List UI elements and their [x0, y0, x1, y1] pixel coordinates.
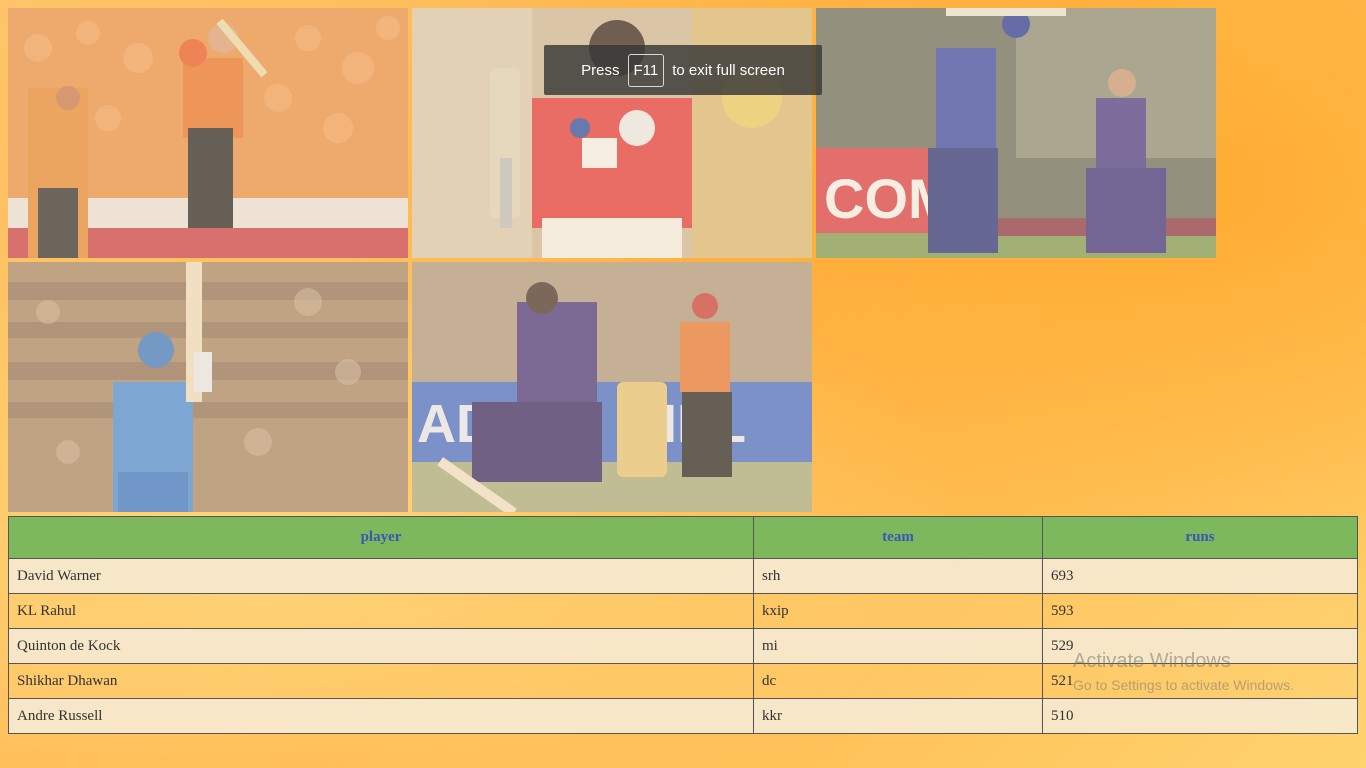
cell-runs: 510 [1042, 698, 1358, 734]
photo-andre-russell: AD IPL [412, 262, 812, 512]
header-team: team [753, 516, 1043, 559]
cell-player: Andre Russell [8, 698, 754, 734]
table-row: KL Rahul kxip 593 [8, 593, 1358, 629]
svg-text:AD: AD [417, 394, 495, 454]
cell-player: Shikhar Dhawan [8, 663, 754, 699]
watermark-title: Activate Windows [1073, 650, 1231, 672]
cell-team: srh [753, 558, 1043, 594]
fullscreen-notice-prefix: Press [581, 61, 620, 79]
cell-team: mi [753, 628, 1043, 664]
header-player: player [8, 516, 754, 559]
activate-windows-watermark: Activate Windows Go to Settings to activ… [1073, 650, 1294, 693]
runs-table: player team runs David Warner srh 693 KL… [8, 516, 1358, 734]
cell-team: kxip [753, 593, 1043, 629]
cell-player: KL Rahul [8, 593, 754, 629]
table-header-row: player team runs [8, 516, 1358, 559]
table-row: David Warner srh 693 [8, 558, 1358, 594]
photo-shikhar-dhawan [8, 262, 408, 512]
watermark-subtitle: Go to Settings to activate Windows. [1073, 677, 1294, 693]
fullscreen-exit-notice: Press F11 to exit full screen [544, 45, 822, 95]
svg-text:IPL: IPL [662, 394, 746, 454]
cell-runs: 693 [1042, 558, 1358, 594]
table-row: Andre Russell kkr 510 [8, 698, 1358, 734]
f11-key-badge: F11 [627, 53, 665, 87]
cell-team: dc [753, 663, 1043, 699]
photo-david-warner [8, 8, 408, 258]
photo-quinton-de-kock: COM [816, 8, 1216, 258]
cell-runs: 593 [1042, 593, 1358, 629]
cell-player: Quinton de Kock [8, 628, 754, 664]
header-runs: runs [1042, 516, 1358, 559]
fullscreen-notice-suffix: to exit full screen [672, 61, 785, 79]
cell-player: David Warner [8, 558, 754, 594]
svg-text:COM: COM [824, 167, 955, 230]
cell-team: kkr [753, 698, 1043, 734]
